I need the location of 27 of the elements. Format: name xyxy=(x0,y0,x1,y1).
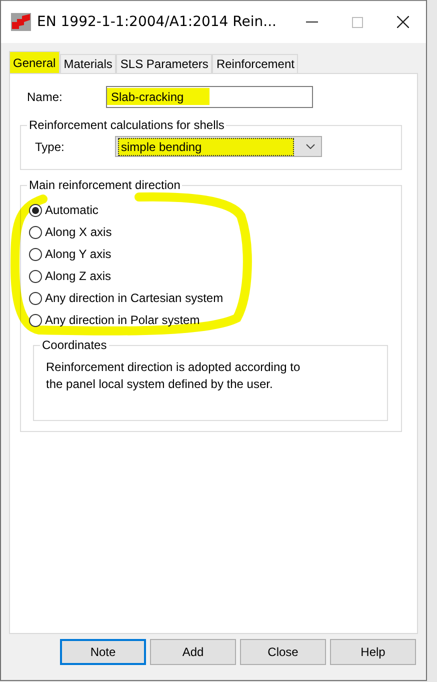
app-icon xyxy=(11,13,31,31)
caret-icon xyxy=(306,144,315,149)
close-icon[interactable] xyxy=(397,16,409,28)
tab[interactable]: SLS Parameters xyxy=(116,54,212,73)
minimize-icon[interactable] xyxy=(306,21,318,23)
type-label: Type: xyxy=(34,140,66,154)
dialog-button[interactable]: Help xyxy=(330,639,416,665)
radio-option[interactable]: Along X axis xyxy=(29,224,401,240)
radio-option[interactable]: Automatic xyxy=(29,202,401,218)
tab[interactable]: Materials xyxy=(60,54,116,73)
group-title: Reinforcement calculations for shells xyxy=(27,118,226,132)
window-title: EN 1992-1-1:2004/A1:2014 Rein... xyxy=(37,14,276,30)
description-text: Reinforcement direction is adopted according to the panel local system defined by the user. xyxy=(46,359,302,393)
tab[interactable]: General xyxy=(9,51,60,73)
type-dropdown[interactable]: simple bending xyxy=(115,136,322,157)
tab[interactable]: Reinforcement xyxy=(212,54,298,73)
group-title: Main reinforcement direction xyxy=(27,178,182,192)
radio-option[interactable]: Along Y axis xyxy=(29,246,401,262)
radio-option[interactable]: Any direction in Cartesian system xyxy=(29,290,401,306)
radio-option[interactable]: Any direction in Polar system xyxy=(29,312,401,328)
dialog-button[interactable]: Note xyxy=(60,639,146,665)
name-field[interactable]: Slab-cracking xyxy=(106,86,313,108)
radio-option[interactable]: Along Z axis xyxy=(29,268,401,284)
name-label: Name: xyxy=(26,90,64,104)
dialog-button[interactable]: Close xyxy=(240,639,326,665)
dialog-button[interactable]: Add xyxy=(150,639,236,665)
group-title: Coordinates xyxy=(40,338,109,352)
